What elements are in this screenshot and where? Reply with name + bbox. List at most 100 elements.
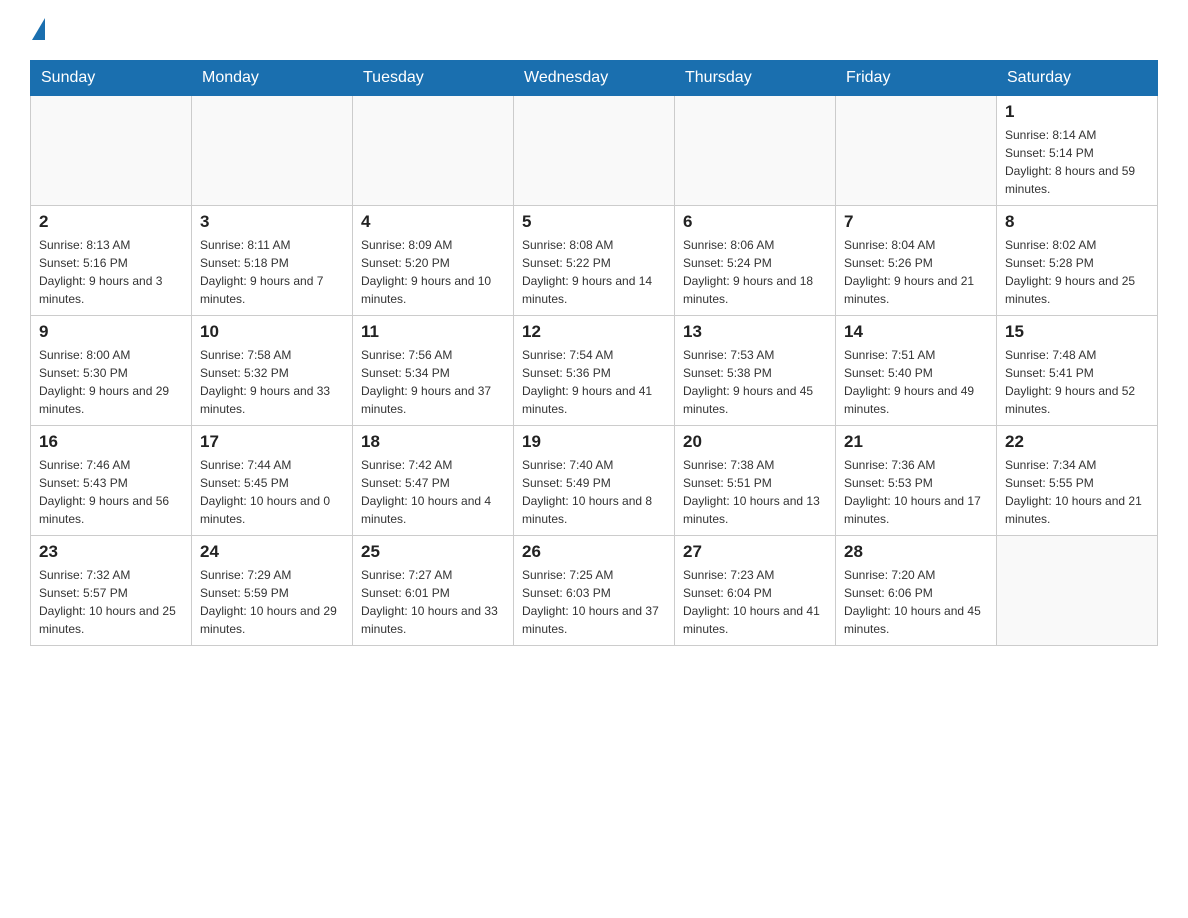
day-info: Sunrise: 7:58 AMSunset: 5:32 PMDaylight:…	[200, 346, 344, 418]
day-cell	[514, 96, 675, 206]
day-cell: 13Sunrise: 7:53 AMSunset: 5:38 PMDayligh…	[675, 316, 836, 426]
logo	[30, 20, 45, 42]
day-info: Sunrise: 7:40 AMSunset: 5:49 PMDaylight:…	[522, 456, 666, 528]
col-header-tuesday: Tuesday	[353, 61, 514, 96]
day-cell: 22 Sunrise: 7:34 AMSunset: 5:55 PMDayligh…	[997, 426, 1158, 536]
logo-triangle-icon	[32, 18, 45, 40]
day-cell: 10 Sunrise: 7:58 AMSunset: 5:32 PMDayligh…	[192, 316, 353, 426]
header-row: SundayMondayTuesdayWednesdayThursdayFrid…	[31, 61, 1158, 96]
week-row-1: 1Sunrise: 8:14 AMSunset: 5:14 PMDaylight…	[31, 96, 1158, 206]
day-cell	[192, 96, 353, 206]
day-cell: 8 Sunrise: 8:02 AMSunset: 5:28 PMDaylight…	[997, 206, 1158, 316]
day-number: 12	[522, 322, 666, 342]
day-info: Sunrise: 8:13 AMSunset: 5:16 PMDaylight:…	[39, 236, 183, 308]
day-cell: 28 Sunrise: 7:20 AMSunset: 6:06 PMDayligh…	[836, 536, 997, 646]
day-cell: 21 Sunrise: 7:36 AMSunset: 5:53 PMDayligh…	[836, 426, 997, 536]
day-number: 15	[1005, 322, 1149, 342]
day-cell: 19 Sunrise: 7:40 AMSunset: 5:49 PMDayligh…	[514, 426, 675, 536]
day-info: Sunrise: 8:06 AMSunset: 5:24 PMDaylight:…	[683, 236, 827, 308]
day-number: 28	[844, 542, 988, 562]
day-number: 19	[522, 432, 666, 452]
day-number: 16	[39, 432, 183, 452]
day-number: 1	[1005, 102, 1149, 122]
day-cell: 11 Sunrise: 7:56 AMSunset: 5:34 PMDayligh…	[353, 316, 514, 426]
day-number: 18	[361, 432, 505, 452]
day-info: Sunrise: 7:51 AMSunset: 5:40 PMDaylight:…	[844, 346, 988, 418]
day-info: Sunrise: 7:20 AMSunset: 6:06 PMDaylight:…	[844, 566, 988, 638]
day-cell: 4Sunrise: 8:09 AMSunset: 5:20 PMDaylight…	[353, 206, 514, 316]
day-cell: 17 Sunrise: 7:44 AMSunset: 5:45 PMDayligh…	[192, 426, 353, 536]
page-header	[30, 20, 1158, 42]
day-info: Sunrise: 8:08 AMSunset: 5:22 PMDaylight:…	[522, 236, 666, 308]
day-number: 20	[683, 432, 827, 452]
col-header-saturday: Saturday	[997, 61, 1158, 96]
day-number: 17	[200, 432, 344, 452]
col-header-wednesday: Wednesday	[514, 61, 675, 96]
calendar-table: SundayMondayTuesdayWednesdayThursdayFrid…	[30, 60, 1158, 646]
day-cell: 6 Sunrise: 8:06 AMSunset: 5:24 PMDaylight…	[675, 206, 836, 316]
day-cell: 2 Sunrise: 8:13 AMSunset: 5:16 PMDaylight…	[31, 206, 192, 316]
day-cell	[836, 96, 997, 206]
day-number: 26	[522, 542, 666, 562]
day-cell: 5 Sunrise: 8:08 AMSunset: 5:22 PMDaylight…	[514, 206, 675, 316]
week-row-5: 23 Sunrise: 7:32 AMSunset: 5:57 PMDayligh…	[31, 536, 1158, 646]
day-cell: 14 Sunrise: 7:51 AMSunset: 5:40 PMDayligh…	[836, 316, 997, 426]
day-number: 5	[522, 212, 666, 232]
day-cell: 27 Sunrise: 7:23 AMSunset: 6:04 PMDayligh…	[675, 536, 836, 646]
col-header-thursday: Thursday	[675, 61, 836, 96]
day-number: 11	[361, 322, 505, 342]
day-cell	[675, 96, 836, 206]
day-number: 8	[1005, 212, 1149, 232]
day-info: Sunrise: 7:46 AMSunset: 5:43 PMDaylight:…	[39, 456, 183, 528]
day-info: Sunrise: 7:54 AMSunset: 5:36 PMDaylight:…	[522, 346, 666, 418]
day-number: 6	[683, 212, 827, 232]
day-number: 23	[39, 542, 183, 562]
day-info: Sunrise: 7:44 AMSunset: 5:45 PMDaylight:…	[200, 456, 344, 528]
day-number: 25	[361, 542, 505, 562]
day-info: Sunrise: 8:11 AMSunset: 5:18 PMDaylight:…	[200, 236, 344, 308]
day-cell: 16 Sunrise: 7:46 AMSunset: 5:43 PMDayligh…	[31, 426, 192, 536]
day-cell: 7 Sunrise: 8:04 AMSunset: 5:26 PMDaylight…	[836, 206, 997, 316]
day-number: 3	[200, 212, 344, 232]
day-cell: 15 Sunrise: 7:48 AMSunset: 5:41 PMDayligh…	[997, 316, 1158, 426]
day-info: Sunrise: 7:23 AMSunset: 6:04 PMDaylight:…	[683, 566, 827, 638]
day-info: Sunrise: 8:04 AMSunset: 5:26 PMDaylight:…	[844, 236, 988, 308]
day-cell: 12 Sunrise: 7:54 AMSunset: 5:36 PMDayligh…	[514, 316, 675, 426]
day-info: Sunrise: 7:36 AMSunset: 5:53 PMDaylight:…	[844, 456, 988, 528]
day-cell	[353, 96, 514, 206]
day-info: Sunrise: 7:48 AMSunset: 5:41 PMDaylight:…	[1005, 346, 1149, 418]
day-cell: 1Sunrise: 8:14 AMSunset: 5:14 PMDaylight…	[997, 96, 1158, 206]
day-cell	[31, 96, 192, 206]
day-info: Sunrise: 7:32 AMSunset: 5:57 PMDaylight:…	[39, 566, 183, 638]
day-cell: 20 Sunrise: 7:38 AMSunset: 5:51 PMDayligh…	[675, 426, 836, 536]
day-cell: 9 Sunrise: 8:00 AMSunset: 5:30 PMDaylight…	[31, 316, 192, 426]
week-row-3: 9 Sunrise: 8:00 AMSunset: 5:30 PMDaylight…	[31, 316, 1158, 426]
day-info: Sunrise: 7:42 AMSunset: 5:47 PMDaylight:…	[361, 456, 505, 528]
day-info: Sunrise: 7:25 AMSunset: 6:03 PMDaylight:…	[522, 566, 666, 638]
day-info: Sunrise: 8:00 AMSunset: 5:30 PMDaylight:…	[39, 346, 183, 418]
day-number: 2	[39, 212, 183, 232]
day-info: Sunrise: 7:56 AMSunset: 5:34 PMDaylight:…	[361, 346, 505, 418]
col-header-sunday: Sunday	[31, 61, 192, 96]
day-cell: 18 Sunrise: 7:42 AMSunset: 5:47 PMDayligh…	[353, 426, 514, 536]
day-number: 27	[683, 542, 827, 562]
day-info: Sunrise: 8:09 AMSunset: 5:20 PMDaylight:…	[361, 236, 505, 308]
col-header-monday: Monday	[192, 61, 353, 96]
day-number: 21	[844, 432, 988, 452]
day-info: Sunrise: 8:02 AMSunset: 5:28 PMDaylight:…	[1005, 236, 1149, 308]
day-cell: 24Sunrise: 7:29 AMSunset: 5:59 PMDayligh…	[192, 536, 353, 646]
day-cell: 26 Sunrise: 7:25 AMSunset: 6:03 PMDayligh…	[514, 536, 675, 646]
week-row-4: 16 Sunrise: 7:46 AMSunset: 5:43 PMDayligh…	[31, 426, 1158, 536]
day-number: 10	[200, 322, 344, 342]
day-cell: 25Sunrise: 7:27 AMSunset: 6:01 PMDayligh…	[353, 536, 514, 646]
day-number: 7	[844, 212, 988, 232]
day-info: Sunrise: 7:53 AMSunset: 5:38 PMDaylight:…	[683, 346, 827, 418]
day-number: 9	[39, 322, 183, 342]
week-row-2: 2 Sunrise: 8:13 AMSunset: 5:16 PMDaylight…	[31, 206, 1158, 316]
day-cell: 3 Sunrise: 8:11 AMSunset: 5:18 PMDaylight…	[192, 206, 353, 316]
col-header-friday: Friday	[836, 61, 997, 96]
day-info: Sunrise: 7:34 AMSunset: 5:55 PMDaylight:…	[1005, 456, 1149, 528]
day-number: 22	[1005, 432, 1149, 452]
day-info: Sunrise: 7:38 AMSunset: 5:51 PMDaylight:…	[683, 456, 827, 528]
day-number: 14	[844, 322, 988, 342]
